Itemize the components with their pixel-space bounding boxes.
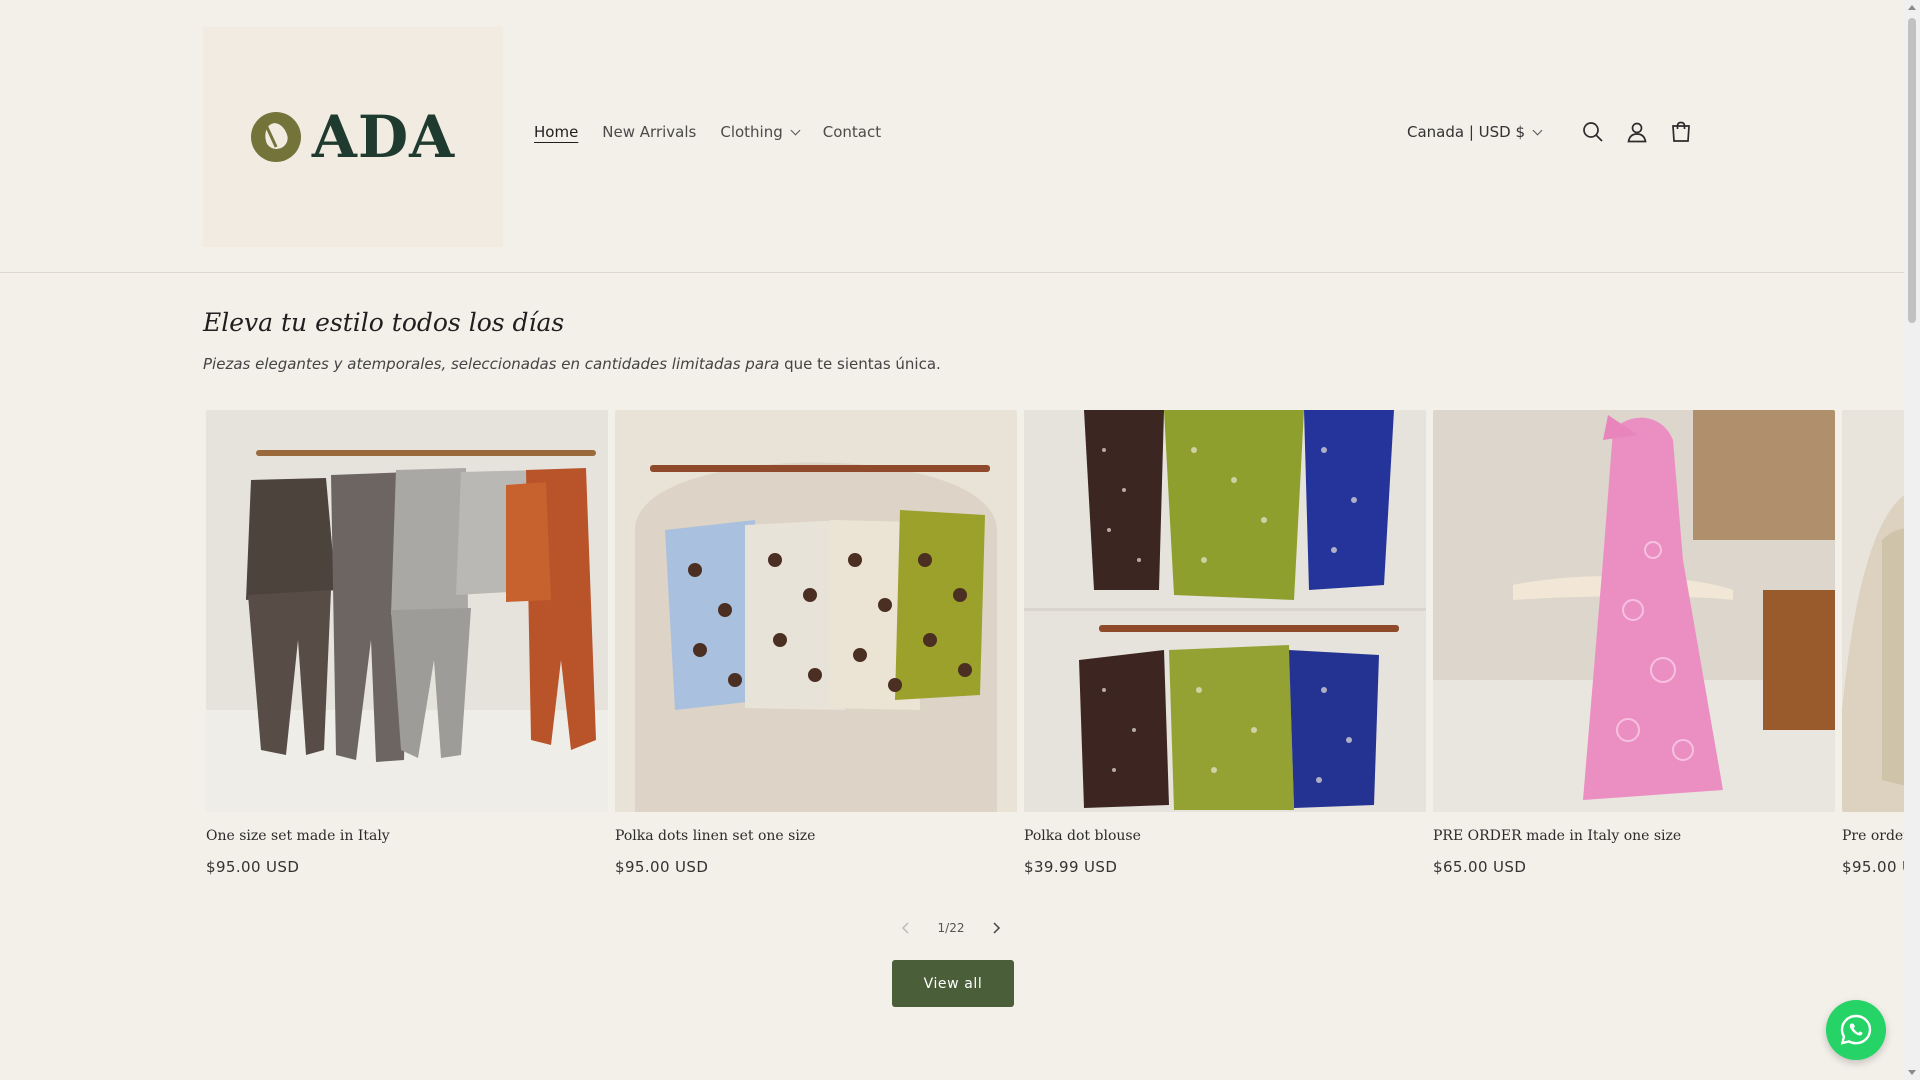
product-slider[interactable]: One size set made in Italy $95.00 USD Po…: [206, 410, 1904, 880]
nav-clothing[interactable]: Clothing: [720, 123, 801, 141]
product-card[interactable]: One size set made in Italy $95.00 USD: [206, 410, 608, 876]
product-price: $95.00 USD: [206, 858, 300, 876]
nav-contact[interactable]: Contact: [823, 123, 881, 141]
page: ADA Home New Arrivals Clothing Contact C…: [0, 0, 1904, 1080]
whatsapp-button[interactable]: [1826, 1000, 1886, 1060]
nav-clothing-label: Clothing: [720, 123, 783, 141]
chevron-right-icon: [993, 922, 1001, 934]
slider-next-button[interactable]: [986, 918, 1006, 938]
product-image[interactable]: [615, 410, 1017, 812]
section-title: Eleva tu estilo todos los días: [203, 308, 565, 337]
product-price: $65.00 USD: [1433, 858, 1527, 876]
product-price: $95.00 USD: [1842, 858, 1904, 876]
country-label: Canada | USD $: [1406, 123, 1525, 141]
chevron-down-icon: [1532, 125, 1543, 135]
account-icon[interactable]: [1625, 120, 1649, 144]
whatsapp-icon: [1840, 1014, 1872, 1045]
section-subtitle-italic: Piezas elegantes y atemporales, seleccio…: [203, 355, 780, 373]
product-image[interactable]: [1842, 410, 1904, 812]
section-subtitle: Piezas elegantes y atemporales, seleccio…: [203, 355, 941, 373]
product-name[interactable]: Pre order: [1842, 828, 1904, 844]
logo-text: ADA: [311, 103, 456, 171]
main-nav: Home New Arrivals Clothing Contact: [534, 123, 905, 141]
product-card[interactable]: Polka dots linen set one size $95.00 USD: [615, 410, 1017, 876]
product-image[interactable]: [1024, 410, 1426, 812]
product-name[interactable]: One size set made in Italy: [206, 828, 608, 844]
product-track: One size set made in Italy $95.00 USD Po…: [206, 410, 1904, 876]
view-all-button[interactable]: View all: [892, 960, 1014, 1007]
product-name[interactable]: PRE ORDER made in Italy one size: [1433, 828, 1835, 844]
scroll-up-icon[interactable]: [1908, 5, 1916, 10]
product-name[interactable]: Polka dot blouse: [1024, 828, 1426, 844]
header-actions: Canada | USD $: [1407, 120, 1693, 144]
product-price: $39.99 USD: [1024, 858, 1118, 876]
product-image[interactable]: [206, 410, 608, 812]
nav-home[interactable]: Home: [534, 123, 578, 141]
chevron-left-icon: [901, 922, 909, 934]
scrollbar-thumb[interactable]: [1908, 18, 1916, 323]
slider-counter: 1/22: [937, 921, 965, 935]
product-name[interactable]: Polka dots linen set one size: [615, 828, 1017, 844]
product-card[interactable]: Pre order $95.00 USD: [1842, 410, 1904, 876]
page-scrollbar[interactable]: [1904, 0, 1920, 1080]
slider-prev-button[interactable]: [896, 918, 916, 938]
site-header: ADA Home New Arrivals Clothing Contact C…: [0, 0, 1904, 273]
slider-pager: 1/22: [896, 916, 1006, 940]
product-price: $95.00 USD: [615, 858, 709, 876]
search-icon[interactable]: [1581, 120, 1605, 144]
cart-icon[interactable]: [1669, 120, 1693, 144]
product-card[interactable]: Polka dot blouse $39.99 USD: [1024, 410, 1426, 876]
scroll-down-icon[interactable]: [1908, 1070, 1916, 1075]
chevron-down-icon: [790, 125, 801, 135]
product-image[interactable]: [1433, 410, 1835, 812]
logo[interactable]: ADA: [203, 27, 503, 247]
logo-mark-icon: [250, 112, 301, 162]
section-subtitle-rest: que te sientas única.: [779, 355, 941, 373]
country-selector[interactable]: Canada | USD $: [1406, 123, 1543, 141]
nav-new-arrivals[interactable]: New Arrivals: [602, 123, 696, 141]
product-card[interactable]: PRE ORDER made in Italy one size $65.00 …: [1433, 410, 1835, 876]
